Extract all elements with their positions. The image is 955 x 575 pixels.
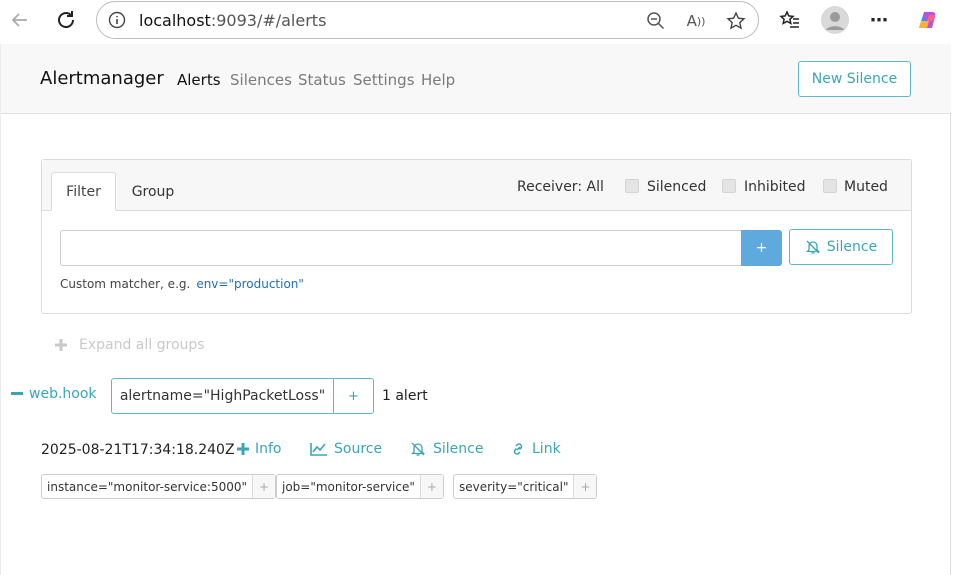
muted-checkbox[interactable] <box>823 179 837 193</box>
site-info-icon[interactable] <box>107 10 127 30</box>
hint-example: env="production" <box>196 277 304 291</box>
minus-icon <box>11 392 23 395</box>
alert-label-instance: instance="monitor-service:5000" + <box>41 474 277 499</box>
alert-count: 1 alert <box>382 388 428 404</box>
group-label-chip: alertname="HighPacketLoss" + <box>111 378 374 414</box>
hint-text: Custom matcher, e.g. <box>60 277 191 291</box>
label-add-button[interactable]: + <box>420 475 443 498</box>
alert-timestamp: 2025-08-21T17:34:18.240Z <box>41 442 235 458</box>
group-receiver: web.hook <box>29 386 97 402</box>
add-matcher-button[interactable]: + <box>741 230 782 266</box>
alert-silence-label: Silence <box>433 441 484 457</box>
nav-silences[interactable]: Silences <box>230 71 292 89</box>
chart-line-icon <box>310 443 327 456</box>
label-add-button[interactable]: + <box>574 475 597 498</box>
alert-silence-link[interactable]: Silence <box>409 441 483 457</box>
group-label-add-button[interactable]: + <box>334 379 373 413</box>
profile-avatar-icon[interactable] <box>820 5 850 35</box>
read-aloud-icon[interactable]: A)) <box>685 10 707 32</box>
browser-toolbar: localhost:9093/#/alerts A)) ⋯ <box>0 0 955 40</box>
label-text[interactable]: instance="monitor-service:5000" <box>42 475 254 498</box>
top-navbar: Alertmanager Alerts Silences Status Sett… <box>1 44 951 114</box>
silenced-label: Silenced <box>647 179 707 195</box>
alert-source-link[interactable]: Source <box>310 441 382 457</box>
new-silence-label: New Silence <box>811 71 898 87</box>
nav-alerts[interactable]: Alerts <box>177 71 221 89</box>
bell-slash-icon <box>805 240 820 254</box>
favorite-star-icon[interactable] <box>725 10 747 32</box>
label-text[interactable]: severity="critical" <box>454 475 575 498</box>
tab-filter[interactable]: Filter <box>51 172 116 211</box>
muted-label: Muted <box>844 179 888 195</box>
nav-help[interactable]: Help <box>421 71 455 89</box>
nav-settings[interactable]: Settings <box>353 71 415 89</box>
alert-link-label: Link <box>532 441 561 457</box>
matcher-input[interactable] <box>60 230 742 266</box>
reload-icon[interactable] <box>54 8 78 32</box>
alert-source-label: Source <box>334 441 383 457</box>
filter-card-header: Filter Group Receiver: All Silenced Inhi… <box>42 160 911 211</box>
group-collapse-toggle[interactable]: web.hook <box>11 386 97 402</box>
matcher-hint: Custom matcher, e.g. env="production" <box>60 277 304 291</box>
silenced-checkbox[interactable] <box>625 179 639 193</box>
bell-slash-icon <box>410 442 426 456</box>
url-text: localhost:9093/#/alerts <box>139 11 327 30</box>
link-icon <box>513 443 523 455</box>
plus-icon <box>237 443 249 455</box>
alertmanager-app: Alertmanager Alerts Silences Status Sett… <box>0 44 951 575</box>
alert-info-link[interactable]: Info <box>237 441 282 457</box>
address-bar[interactable]: localhost:9093/#/alerts A)) <box>96 1 759 39</box>
expand-all-label: Expand all groups <box>79 337 205 353</box>
favorites-list-icon[interactable] <box>778 8 802 32</box>
nav-status[interactable]: Status <box>298 71 346 89</box>
alert-link[interactable]: Link <box>510 441 561 457</box>
tab-group[interactable]: Group <box>116 172 190 211</box>
tab-group-label: Group <box>131 183 175 200</box>
filter-card: Filter Group Receiver: All Silenced Inhi… <box>41 159 912 314</box>
alert-label-job: job="monitor-service" + <box>276 474 444 499</box>
brand-title[interactable]: Alertmanager <box>40 68 164 89</box>
alert-info-label: Info <box>255 441 282 457</box>
plus-icon <box>55 339 67 351</box>
label-add-button[interactable]: + <box>253 475 276 498</box>
zoom-out-icon[interactable] <box>645 10 667 32</box>
tab-filter-label: Filter <box>66 183 101 200</box>
receiver-selector[interactable]: Receiver: All <box>517 179 604 195</box>
new-silence-button[interactable]: New Silence <box>798 61 911 97</box>
more-menu-icon[interactable]: ⋯ <box>867 8 891 32</box>
filter-silence-button[interactable]: Silence <box>789 229 893 265</box>
add-matcher-label: + <box>755 240 768 256</box>
label-text[interactable]: job="monitor-service" <box>277 475 421 498</box>
inhibited-checkbox[interactable] <box>722 179 736 193</box>
expand-all-groups[interactable]: Expand all groups <box>55 337 205 353</box>
group-label-text[interactable]: alertname="HighPacketLoss" <box>112 379 334 413</box>
back-arrow-icon[interactable] <box>8 8 32 32</box>
filter-silence-label: Silence <box>826 239 878 255</box>
copilot-icon[interactable] <box>912 5 942 35</box>
alert-label-severity: severity="critical" + <box>453 474 598 499</box>
inhibited-label: Inhibited <box>744 179 806 195</box>
